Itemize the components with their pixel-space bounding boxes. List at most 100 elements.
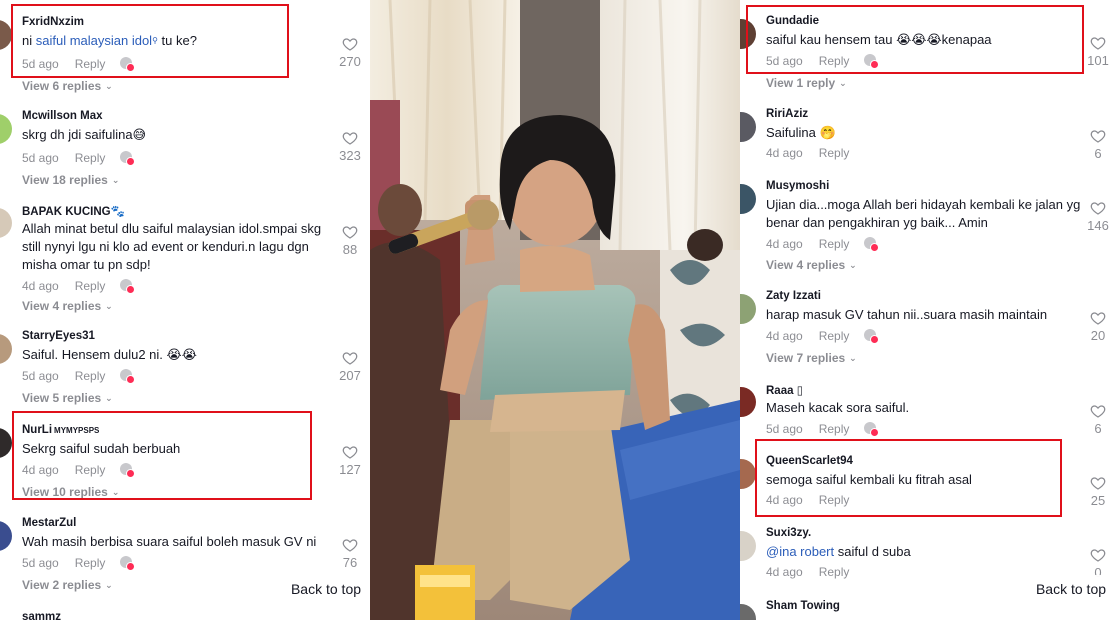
react-icon[interactable] — [863, 421, 880, 437]
reply-button[interactable]: Reply — [75, 463, 106, 477]
comment-meta: 5d ago Reply — [22, 150, 136, 166]
heart-icon[interactable] — [342, 444, 358, 460]
comment-username[interactable]: Mcwillson Max — [22, 110, 103, 122]
heart-icon[interactable] — [342, 224, 358, 240]
avatar[interactable] — [0, 114, 12, 144]
heart-icon[interactable] — [1090, 475, 1106, 491]
view-replies-button[interactable]: View 4 replies ⌄ — [766, 258, 857, 272]
comment-username[interactable]: Musymoshi — [766, 180, 829, 192]
reply-button[interactable]: Reply — [819, 565, 850, 579]
heart-icon[interactable] — [342, 36, 358, 52]
like-button[interactable]: 20 — [1078, 310, 1110, 343]
reply-button[interactable]: Reply — [819, 493, 850, 507]
like-button[interactable]: 88 — [330, 224, 370, 257]
reply-button[interactable]: Reply — [75, 556, 106, 570]
avatar[interactable] — [740, 387, 756, 417]
avatar[interactable] — [740, 459, 756, 489]
view-replies-button[interactable]: View 7 replies ⌄ — [766, 351, 857, 365]
react-icon[interactable] — [119, 368, 136, 384]
view-replies-button[interactable]: View 6 replies ⌄ — [22, 79, 113, 93]
view-replies-button[interactable]: View 5 replies ⌄ — [22, 391, 113, 405]
like-button[interactable]: 101 — [1078, 35, 1110, 68]
avatar[interactable] — [740, 112, 756, 142]
like-button[interactable]: 127 — [330, 444, 370, 477]
chevron-down-icon: ⌄ — [105, 580, 113, 590]
avatar[interactable] — [0, 521, 12, 551]
reply-button[interactable]: Reply — [75, 369, 106, 383]
like-button[interactable]: 207 — [330, 350, 370, 383]
comment-username[interactable]: Raaa ▯ — [766, 383, 803, 397]
back-to-top-button[interactable]: Back to top — [281, 575, 370, 603]
chevron-down-icon: ⌄ — [111, 487, 120, 497]
back-to-top-button[interactable]: Back to top — [1026, 575, 1110, 603]
like-button[interactable]: 146 — [1078, 200, 1110, 233]
comment-username[interactable]: sammz — [22, 611, 61, 620]
avatar[interactable] — [740, 294, 756, 324]
react-icon[interactable] — [119, 56, 136, 72]
like-button[interactable]: 323 — [330, 130, 370, 163]
heart-icon[interactable] — [342, 537, 358, 553]
reply-button[interactable]: Reply — [75, 151, 106, 165]
react-icon[interactable] — [863, 53, 880, 69]
comment-username[interactable]: BAPAK KUCING🐾 — [22, 204, 125, 218]
avatar[interactable] — [0, 20, 12, 50]
heart-icon[interactable] — [1090, 547, 1106, 563]
reply-button[interactable]: Reply — [75, 279, 106, 293]
like-button[interactable]: 76 — [330, 537, 370, 570]
view-replies-button[interactable]: View 1 reply ⌄ — [766, 76, 847, 90]
comment-username[interactable]: Gundadie — [766, 15, 819, 27]
heart-icon[interactable] — [1090, 35, 1106, 51]
comment-username[interactable]: QueenScarlet94 — [766, 455, 853, 467]
mention-link[interactable]: @ina robert — [766, 544, 834, 559]
heart-icon[interactable] — [342, 350, 358, 366]
comment-username[interactable]: RiriAziz — [766, 108, 808, 120]
reply-button[interactable]: Reply — [819, 422, 850, 436]
comment-username[interactable]: Sham Towing — [766, 600, 840, 612]
reply-button[interactable]: Reply — [819, 237, 850, 251]
video-player[interactable] — [370, 0, 740, 620]
heart-icon[interactable] — [1090, 403, 1106, 419]
comment-item: BAPAK KUCING🐾 Allah minat betul dlu saif… — [0, 204, 370, 314]
view-replies-button[interactable]: View 2 replies ⌄ — [22, 578, 113, 592]
heart-icon[interactable] — [342, 130, 358, 146]
comment-username[interactable]: Suxi3zy. — [766, 527, 811, 539]
heart-icon[interactable] — [1090, 128, 1106, 144]
comment-time: 5d ago — [22, 151, 59, 165]
comment-username[interactable]: Zaty Izzati — [766, 290, 821, 302]
view-replies-button[interactable]: View 10 replies ⌄ — [22, 485, 119, 499]
avatar[interactable] — [740, 184, 756, 214]
reply-button[interactable]: Reply — [819, 329, 850, 343]
react-icon[interactable] — [863, 328, 880, 344]
mention-link[interactable]: saiful malaysian idol — [36, 33, 152, 48]
like-button[interactable]: 6 — [1078, 403, 1110, 436]
comment-username[interactable]: StarryEyes31 — [22, 330, 95, 342]
comment-time: 4d ago — [766, 237, 803, 251]
react-icon[interactable] — [119, 278, 136, 294]
comment-text: Maseh kacak sora saiful. — [766, 400, 910, 415]
comment-username[interactable]: FxridNxzim — [22, 16, 84, 28]
avatar[interactable] — [740, 19, 756, 49]
chevron-down-icon: ⌄ — [105, 301, 113, 311]
view-replies-button[interactable]: View 18 replies ⌄ — [22, 173, 119, 187]
like-button[interactable]: 25 — [1078, 475, 1110, 508]
heart-icon[interactable] — [1090, 310, 1106, 326]
like-button[interactable]: 6 — [1078, 128, 1110, 161]
react-icon[interactable] — [119, 462, 136, 478]
like-button[interactable]: 270 — [330, 36, 370, 69]
avatar[interactable] — [740, 531, 756, 561]
reply-button[interactable]: Reply — [75, 57, 106, 71]
react-icon[interactable] — [119, 555, 136, 571]
avatar[interactable] — [0, 428, 12, 458]
view-replies-button[interactable]: View 4 replies ⌄ — [22, 299, 113, 313]
avatar[interactable] — [0, 334, 12, 364]
reply-button[interactable]: Reply — [819, 146, 850, 160]
comment-username[interactable]: NurLi MYMYPSPS — [22, 424, 99, 436]
avatar[interactable] — [740, 604, 756, 620]
avatar[interactable] — [0, 208, 12, 238]
like-count: 76 — [342, 555, 358, 570]
heart-icon[interactable] — [1090, 200, 1106, 216]
react-icon[interactable] — [119, 150, 136, 166]
react-icon[interactable] — [863, 236, 880, 252]
reply-button[interactable]: Reply — [819, 54, 850, 68]
comment-username[interactable]: MestarZul — [22, 517, 76, 529]
